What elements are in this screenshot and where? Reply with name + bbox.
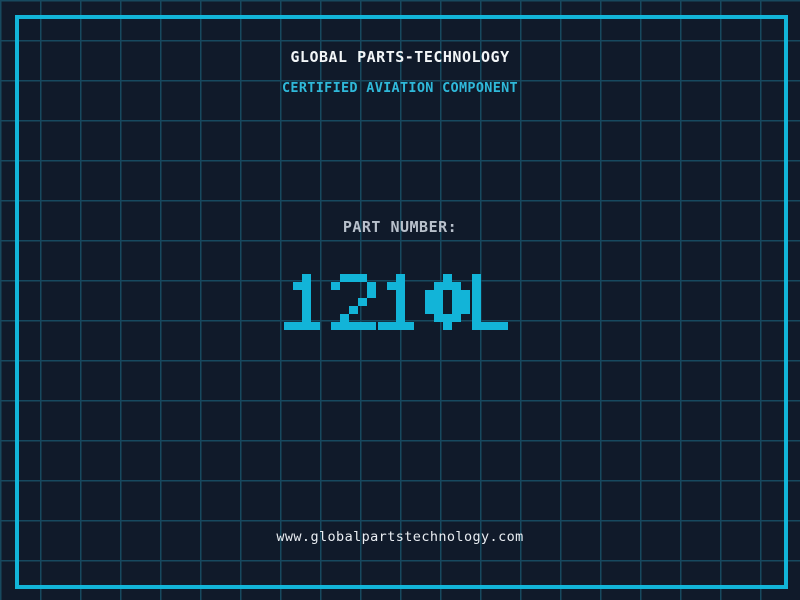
pixel-cell (395, 306, 405, 314)
pixel-cell (460, 298, 470, 306)
pixel-cell (301, 306, 311, 314)
pixel-cell (460, 306, 470, 314)
pixel-cell (471, 314, 481, 322)
pixel-cell (301, 290, 311, 298)
pixel-cell (395, 290, 405, 298)
pixel-cell (471, 306, 481, 314)
part-number-glyph (283, 274, 329, 330)
pixel-cell (451, 290, 461, 298)
pixel-cell (301, 314, 311, 322)
pixel-cell (348, 274, 358, 282)
pixel-cell (480, 322, 490, 330)
website-url: www.globalpartstechnology.com (276, 529, 524, 545)
pixel-cell (433, 282, 443, 290)
pixel-cell (489, 322, 499, 330)
pixel-cell (301, 322, 311, 330)
pixel-cell (471, 290, 481, 298)
pixel-cell (366, 282, 376, 290)
pixel-cell (330, 322, 340, 330)
pixel-cell (424, 290, 434, 298)
pixel-cell (395, 274, 405, 282)
pixel-cell (471, 322, 481, 330)
pixel-cell (292, 282, 302, 290)
pixel-cell (460, 290, 470, 298)
pixel-cell (442, 322, 452, 330)
pixel-cell (357, 322, 367, 330)
pixel-cell (301, 298, 311, 306)
part-number-label: PART NUMBER: (342, 218, 458, 236)
pixel-cell (366, 322, 376, 330)
part-number-glyph (377, 274, 423, 330)
pixel-cell (471, 282, 481, 290)
pixel-cell (301, 274, 311, 282)
pixel-cell (471, 274, 481, 282)
pixel-cell (386, 322, 396, 330)
pixel-cell (357, 298, 367, 306)
pixel-cell (310, 322, 320, 330)
pixel-cell (404, 322, 414, 330)
pixel-cell (424, 298, 434, 306)
pixel-cell (433, 314, 443, 322)
certification-tagline: CERTIFIED AVIATION COMPONENT (282, 80, 518, 96)
pixel-cell (283, 322, 293, 330)
pixel-cell (395, 314, 405, 322)
pixel-cell (330, 282, 340, 290)
pixel-cell (471, 298, 481, 306)
pixel-cell (339, 322, 349, 330)
pixel-cell (442, 282, 452, 290)
pixel-cell (366, 290, 376, 298)
pixel-cell (451, 282, 461, 290)
pixel-cell (377, 322, 387, 330)
pixel-cell (433, 290, 443, 298)
pixel-cell (442, 274, 452, 282)
part-number-display (0, 274, 800, 330)
part-number-glyph (424, 274, 470, 330)
pixel-cell (301, 282, 311, 290)
pixel-cell (357, 274, 367, 282)
pixel-cell (451, 306, 461, 314)
part-number-glyph (471, 274, 517, 330)
pixel-cell (433, 298, 443, 306)
pixel-cell (498, 322, 508, 330)
pixel-cell (451, 314, 461, 322)
pixel-cell (395, 322, 405, 330)
pixel-cell (348, 306, 358, 314)
pixel-cell (424, 306, 434, 314)
pixel-cell (433, 306, 443, 314)
pixel-cell (339, 314, 349, 322)
pixel-cell (442, 314, 452, 322)
pixel-cell (395, 282, 405, 290)
company-name: GLOBAL PARTS-TECHNOLOGY (290, 48, 510, 66)
pixel-cell (348, 322, 358, 330)
pixel-cell (451, 298, 461, 306)
part-certificate-card: GLOBAL PARTS-TECHNOLOGY CERTIFIED AVIATI… (0, 0, 800, 600)
part-number-glyph (330, 274, 376, 330)
pixel-cell (339, 274, 349, 282)
pixel-cell (395, 298, 405, 306)
pixel-cell (292, 322, 302, 330)
pixel-cell (386, 282, 396, 290)
